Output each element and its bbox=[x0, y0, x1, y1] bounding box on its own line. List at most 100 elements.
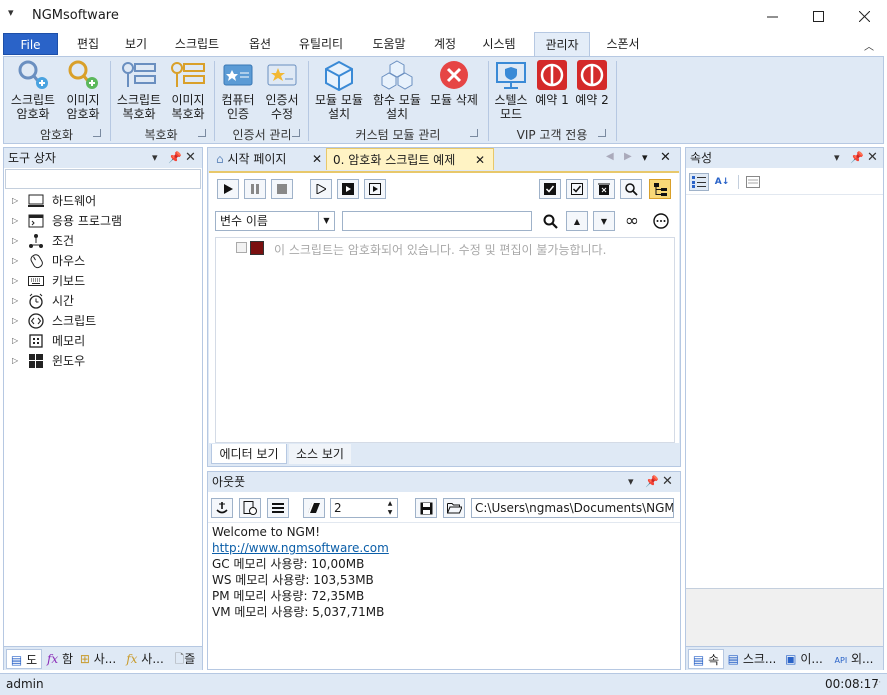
menu-admin[interactable]: 관리자 bbox=[534, 32, 590, 57]
more-options-button[interactable] bbox=[650, 211, 672, 231]
tab-properties[interactable]: ▤ 속 bbox=[688, 649, 724, 669]
categorized-icon[interactable] bbox=[689, 173, 709, 191]
tab-toolbox[interactable]: ▤ 도 bbox=[6, 649, 42, 669]
eraser-icon[interactable] bbox=[303, 498, 325, 518]
tab-list-icon[interactable]: ▾ bbox=[642, 151, 648, 164]
save-icon[interactable] bbox=[415, 498, 437, 518]
menu-options[interactable]: 옵션 bbox=[238, 32, 282, 56]
close-button[interactable] bbox=[841, 0, 887, 32]
group-module-launcher-icon[interactable] bbox=[470, 129, 478, 137]
menu-edit[interactable]: 편집 bbox=[66, 32, 110, 56]
close-icon[interactable]: ✕ bbox=[867, 148, 878, 168]
delete-item-button[interactable] bbox=[593, 179, 615, 199]
line-count-stepper[interactable]: 2 ▲ ▼ bbox=[330, 498, 398, 518]
pin-icon[interactable]: 📌 bbox=[645, 472, 659, 492]
close-tab-icon[interactable]: ✕ bbox=[475, 149, 485, 171]
variable-value-input[interactable] bbox=[342, 211, 532, 231]
dropdown-icon[interactable]: ▾ bbox=[152, 148, 158, 168]
property-pages-icon[interactable] bbox=[743, 173, 763, 191]
script-decrypt-button[interactable]: 스크립트 복호화 bbox=[112, 59, 166, 125]
search-button[interactable] bbox=[620, 179, 642, 199]
tree-item-application[interactable]: ▷ 응용 프로그램 bbox=[12, 211, 202, 231]
tree-item-time[interactable]: ▷ 시간 bbox=[12, 291, 202, 311]
certificate-edit-button[interactable]: 인증서 수정 bbox=[260, 59, 304, 125]
menu-help[interactable]: 도움말 bbox=[362, 32, 416, 56]
tree-item-memory[interactable]: ▷ 메모리 bbox=[12, 331, 202, 351]
dropdown-icon[interactable]: ▾ bbox=[834, 148, 840, 168]
function-module-install-button[interactable]: 함수 모듈 설치 bbox=[368, 59, 426, 125]
sort-alpha-icon[interactable]: A↓ bbox=[712, 173, 732, 191]
maximize-button[interactable] bbox=[795, 0, 841, 32]
tree-item-keyboard[interactable]: ▷ 키보드 bbox=[12, 271, 202, 291]
group-decrypt-launcher-icon[interactable] bbox=[198, 129, 206, 137]
close-icon[interactable]: ✕ bbox=[660, 150, 671, 165]
module-delete-button[interactable]: 모듈 삭제 bbox=[425, 59, 483, 125]
image-decrypt-button[interactable]: 이미지 복호화 bbox=[166, 59, 210, 125]
clean-icon[interactable] bbox=[211, 498, 233, 518]
run-selected-button[interactable] bbox=[337, 179, 359, 199]
play-button[interactable] bbox=[217, 179, 239, 199]
ribbon-collapse-icon[interactable]: ︿ bbox=[864, 38, 874, 53]
tab-user-2[interactable]: fx 사... bbox=[122, 649, 168, 669]
stop-button[interactable] bbox=[271, 179, 293, 199]
document-settings-icon[interactable] bbox=[239, 498, 261, 518]
tab-start-page[interactable]: ⌂ 시작 페이지 ✕ bbox=[210, 148, 326, 170]
menu-system[interactable]: 시스템 bbox=[472, 32, 526, 56]
stepper-down-icon[interactable]: ▼ bbox=[383, 508, 397, 517]
pin-icon[interactable]: 📌 bbox=[850, 148, 864, 168]
reserve-1-button[interactable]: 예약 1 bbox=[532, 59, 572, 125]
menu-script[interactable]: 스크립트 bbox=[164, 32, 230, 56]
image-encrypt-button[interactable]: 이미지 암호화 bbox=[60, 59, 106, 125]
stepper-up-icon[interactable]: ▲ bbox=[383, 499, 397, 508]
tree-item-hardware[interactable]: ▷ 하드웨어 bbox=[12, 191, 202, 211]
menu-sponsor[interactable]: 스폰서 bbox=[596, 32, 650, 56]
pin-icon[interactable]: 📌 bbox=[168, 148, 182, 168]
tab-editor-view[interactable]: 에디터 보기 bbox=[211, 444, 287, 464]
group-vip-launcher-icon[interactable] bbox=[598, 129, 606, 137]
variable-name-select[interactable]: 변수 이름 ▼ bbox=[215, 211, 335, 231]
toolbox-search-input[interactable] bbox=[5, 169, 201, 189]
quick-access-dropdown-icon[interactable]: ▾ bbox=[8, 6, 14, 19]
folder-open-icon[interactable] bbox=[443, 498, 465, 518]
close-icon[interactable]: ✕ bbox=[662, 472, 673, 492]
resize-grip-icon[interactable]: ⋰ bbox=[873, 674, 881, 695]
run-from-button[interactable] bbox=[364, 179, 386, 199]
output-path-field[interactable]: C:\Users\ngmas\Documents\NGM6\ bbox=[471, 498, 674, 518]
pause-button[interactable] bbox=[244, 179, 266, 199]
tab-favorites[interactable]: 🗋즐 bbox=[170, 649, 200, 669]
stealth-mode-button[interactable]: 스텔스 모드 bbox=[490, 59, 532, 125]
reserve-2-button[interactable]: 예약 2 bbox=[572, 59, 612, 125]
tab-user-1[interactable]: ⊞ 사... bbox=[76, 649, 120, 669]
file-menu[interactable]: File bbox=[3, 33, 58, 55]
minimize-button[interactable] bbox=[749, 0, 795, 32]
find-button[interactable] bbox=[539, 211, 561, 231]
menu-utility[interactable]: 유틸리티 bbox=[288, 32, 354, 56]
move-up-button[interactable]: ▲ bbox=[566, 211, 588, 231]
dropdown-icon[interactable]: ▾ bbox=[628, 472, 634, 492]
tree-view-button[interactable] bbox=[649, 179, 671, 199]
menu-view[interactable]: 보기 bbox=[114, 32, 158, 56]
menu-account[interactable]: 계정 bbox=[423, 32, 467, 56]
move-down-button[interactable]: ▼ bbox=[593, 211, 615, 231]
scroll-right-icon[interactable]: ▶ bbox=[624, 151, 632, 162]
tab-external[interactable]: API 외... bbox=[828, 649, 880, 669]
step-play-button[interactable] bbox=[310, 179, 332, 199]
list-icon[interactable] bbox=[267, 498, 289, 518]
tree-item-window[interactable]: ▷ 윈도우 bbox=[12, 351, 202, 371]
row-checkbox[interactable] bbox=[236, 242, 247, 253]
tree-item-condition[interactable]: ▷ 조건 bbox=[12, 231, 202, 251]
script-encrypt-button[interactable]: 스크립트 암호화 bbox=[7, 59, 59, 125]
close-icon[interactable]: ✕ bbox=[185, 148, 196, 168]
tab-image[interactable]: ▣ 이... bbox=[782, 649, 826, 669]
log-link[interactable]: http://www.ngmsoftware.com bbox=[212, 540, 676, 556]
close-tab-icon[interactable]: ✕ bbox=[312, 148, 322, 170]
scroll-left-icon[interactable]: ◀ bbox=[606, 151, 614, 162]
tab-encrypted-script[interactable]: 0. 암호화 스크립트 예제 ✕ bbox=[326, 148, 494, 170]
tree-item-mouse[interactable]: ▷ 마우스 bbox=[12, 251, 202, 271]
group-encrypt-launcher-icon[interactable] bbox=[93, 129, 101, 137]
tab-source-view[interactable]: 소스 보기 bbox=[289, 444, 351, 464]
computer-auth-button[interactable]: 컴퓨터 인증 bbox=[217, 59, 259, 125]
group-certificate-launcher-icon[interactable] bbox=[292, 129, 300, 137]
tab-script[interactable]: ▤ 스크... bbox=[726, 649, 778, 669]
check-button[interactable] bbox=[566, 179, 588, 199]
